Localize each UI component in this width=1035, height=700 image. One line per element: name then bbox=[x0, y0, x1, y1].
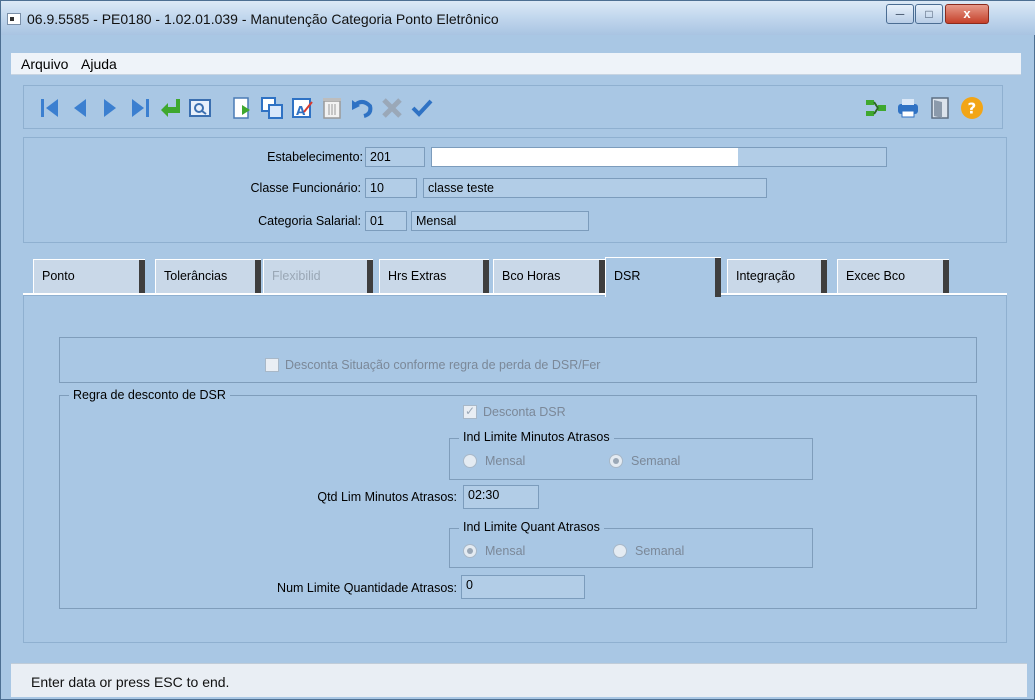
first-record-icon[interactable] bbox=[38, 96, 62, 120]
ind-limite-quant-title: Ind Limite Quant Atrasos bbox=[459, 520, 604, 534]
app-icon bbox=[7, 13, 21, 25]
status-bar: Enter data or press ESC to end. bbox=[11, 663, 1027, 697]
categoria-code-field[interactable]: 01 bbox=[365, 211, 407, 231]
maximize-button[interactable]: □ bbox=[915, 4, 943, 24]
save-icon[interactable] bbox=[410, 96, 434, 120]
estabelecimento-name-field bbox=[431, 147, 887, 167]
tab-hrs-extras[interactable]: Hrs Extras bbox=[379, 259, 489, 293]
categoria-label: Categoria Salarial: bbox=[258, 214, 361, 228]
classe-name-field: classe teste bbox=[423, 178, 767, 198]
ind-limite-minutos-title: Ind Limite Minutos Atrasos bbox=[459, 430, 614, 444]
edit-record-icon[interactable]: A bbox=[290, 96, 314, 120]
new-record-icon[interactable] bbox=[230, 96, 254, 120]
menu-ajuda[interactable]: Ajuda bbox=[81, 56, 117, 72]
menu-bar: Arquivo Ajuda bbox=[11, 53, 1021, 75]
qtd-lim-minutos-label: Qtd Lim Minutos Atrasos: bbox=[317, 490, 457, 504]
categoria-name-field: Mensal bbox=[411, 211, 589, 231]
num-limite-quantidade-label: Num Limite Quantidade Atrasos: bbox=[277, 581, 457, 595]
maximize-icon: □ bbox=[925, 7, 933, 21]
print-icon[interactable] bbox=[896, 96, 920, 120]
close-icon: x bbox=[963, 6, 971, 21]
last-record-icon[interactable] bbox=[128, 96, 152, 120]
minimize-icon: ─ bbox=[895, 7, 905, 21]
desconta-situacao-checkbox[interactable] bbox=[265, 358, 279, 372]
previous-record-icon[interactable] bbox=[68, 96, 92, 120]
delete-record-icon[interactable] bbox=[320, 96, 344, 120]
estabelecimento-name-value bbox=[432, 148, 738, 166]
desconta-dsr-checkbox[interactable] bbox=[463, 404, 477, 419]
exit-icon[interactable] bbox=[928, 96, 952, 120]
application-window: 06.9.5585 - PE0180 - 1.02.01.039 - Manut… bbox=[0, 0, 1035, 700]
tab-flexibilid: Flexibilid bbox=[263, 259, 373, 293]
tab-dsr[interactable]: DSR bbox=[605, 257, 721, 297]
estabelecimento-label: Estabelecimento: bbox=[267, 150, 363, 164]
tab-ponto[interactable]: Ponto bbox=[33, 259, 145, 293]
classe-code-field[interactable]: 10 bbox=[365, 178, 417, 198]
minimize-button[interactable]: ─ bbox=[886, 4, 914, 24]
tab-excec-bco[interactable]: Excec Bco bbox=[837, 259, 949, 293]
ind-min-mensal-radio[interactable] bbox=[463, 454, 477, 468]
ind-quant-mensal-label: Mensal bbox=[485, 544, 526, 558]
classe-label: Classe Funcionário: bbox=[250, 181, 361, 195]
window-title: 06.9.5585 - PE0180 - 1.02.01.039 - Manut… bbox=[27, 11, 499, 27]
menu-arquivo[interactable]: Arquivo bbox=[21, 56, 68, 72]
search-icon[interactable] bbox=[188, 96, 212, 120]
cancel-icon[interactable] bbox=[380, 96, 404, 120]
close-button[interactable]: x bbox=[945, 4, 989, 24]
num-limite-quantidade-field[interactable]: 0 bbox=[461, 575, 585, 599]
qtd-lim-minutos-field[interactable]: 02:30 bbox=[463, 485, 539, 509]
estabelecimento-code-field[interactable]: 201 bbox=[365, 147, 425, 167]
tab-bco-horas[interactable]: Bco Horas bbox=[493, 259, 605, 293]
desconta-dsr-label: Desconta DSR bbox=[483, 405, 566, 419]
regra-desconto-title: Regra de desconto de DSR bbox=[69, 388, 230, 402]
ind-quant-mensal-radio[interactable] bbox=[463, 544, 477, 558]
tab-tolerancias[interactable]: Tolerâncias bbox=[155, 259, 261, 293]
ind-quant-semanal-label: Semanal bbox=[635, 544, 685, 558]
ind-min-semanal-label: Semanal bbox=[631, 454, 681, 468]
svg-text:?: ? bbox=[968, 100, 977, 118]
desconta-situacao-label: Desconta Situação conforme regra de perd… bbox=[285, 358, 601, 372]
ind-min-mensal-label: Mensal bbox=[485, 454, 526, 468]
zoom-icon[interactable] bbox=[864, 96, 888, 120]
toolbar: A ? bbox=[23, 85, 1003, 129]
goto-icon[interactable] bbox=[158, 96, 182, 120]
status-text: Enter data or press ESC to end. bbox=[31, 674, 230, 690]
title-bar: 06.9.5585 - PE0180 - 1.02.01.039 - Manut… bbox=[1, 1, 1035, 35]
ind-min-semanal-radio[interactable] bbox=[609, 454, 623, 468]
ind-quant-semanal-radio[interactable] bbox=[613, 544, 627, 558]
undo-icon[interactable] bbox=[350, 96, 374, 120]
copy-record-icon[interactable] bbox=[260, 96, 284, 120]
help-icon[interactable]: ? bbox=[960, 96, 984, 120]
next-record-icon[interactable] bbox=[98, 96, 122, 120]
tab-integracao[interactable]: Integração bbox=[727, 259, 827, 293]
